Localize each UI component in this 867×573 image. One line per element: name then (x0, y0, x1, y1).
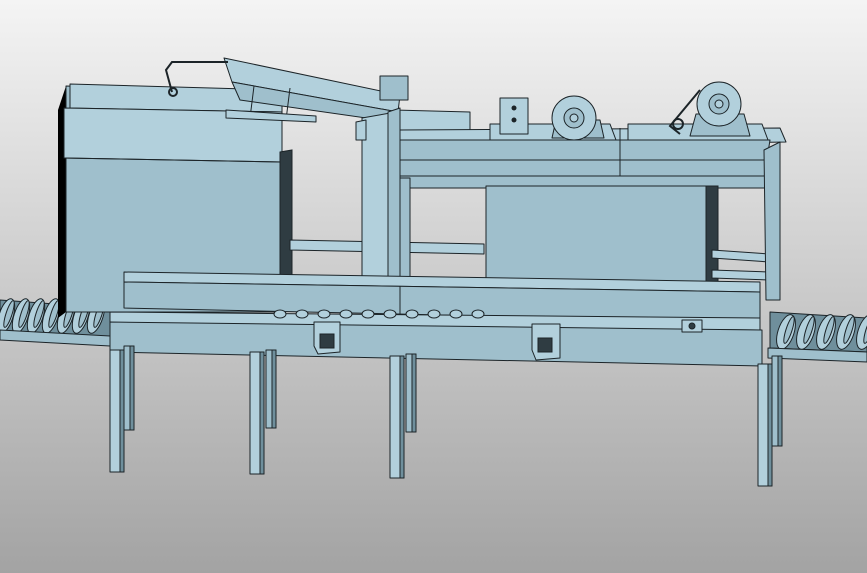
head-cover-left (393, 109, 471, 133)
support-leg (265, 349, 277, 429)
base-bracket-2 (531, 323, 561, 361)
head-bed-front (393, 139, 771, 179)
base-bracket-1 (313, 321, 341, 355)
deck-roller (427, 309, 441, 319)
support-leg (389, 355, 405, 479)
cad-viewport[interactable] (0, 0, 867, 573)
cad-model-view (0, 0, 867, 573)
deck-roller (471, 309, 485, 319)
lever-riser (379, 75, 409, 101)
deck-roller (383, 309, 397, 319)
rear-rail-3 (711, 269, 771, 281)
sensor-block (499, 97, 529, 135)
deck-roller (449, 309, 463, 319)
deck-roller (295, 309, 309, 319)
support-leg (109, 349, 125, 473)
rear-guard-panel (485, 185, 713, 287)
support-leg (771, 355, 783, 447)
support-leg (405, 353, 417, 433)
support-leg (249, 351, 265, 475)
mast-bracket (355, 119, 367, 141)
housing-shadow-column (279, 149, 293, 293)
deck-roller (361, 309, 375, 319)
right-upper-post (763, 141, 781, 301)
deck-roller (317, 309, 331, 319)
deck-roller (339, 309, 353, 319)
base-bracket-3 (681, 319, 703, 333)
support-leg (757, 363, 773, 487)
deck-roller (405, 309, 419, 319)
deck-roller (273, 309, 287, 319)
outfeed-conveyor (767, 311, 867, 363)
support-leg (123, 345, 135, 431)
head-post-left (399, 177, 411, 289)
